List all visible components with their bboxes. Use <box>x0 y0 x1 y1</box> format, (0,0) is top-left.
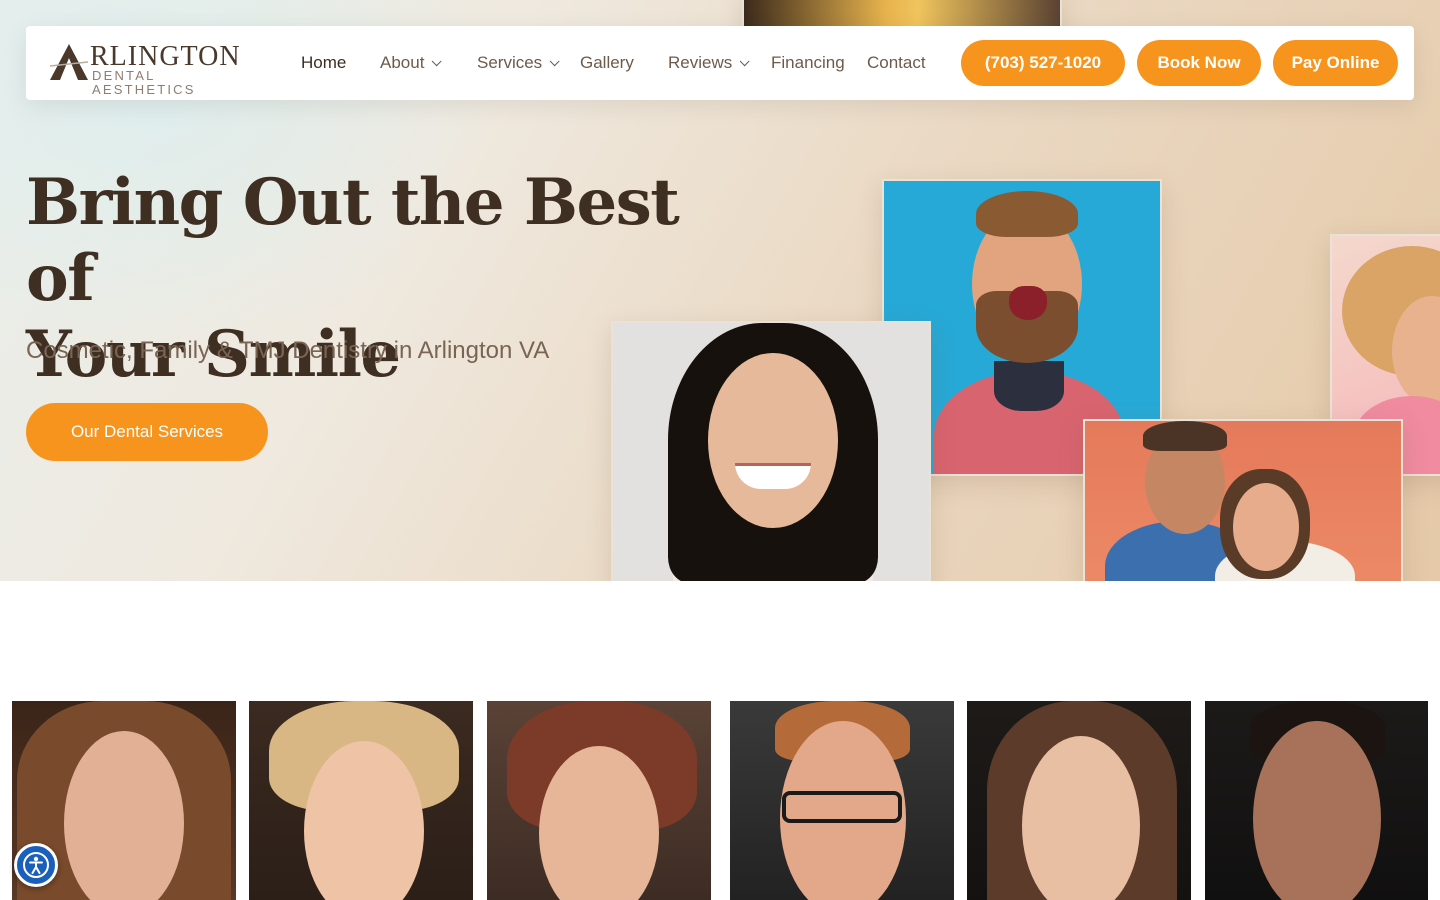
hero-title-line-1: Bring Out the Best of <box>26 165 680 316</box>
pay-online-button-label: Pay Online <box>1291 53 1380 72</box>
hero-subtitle: Cosmetic, Family & TMJ Dentistry in Arli… <box>26 337 550 364</box>
nav-gallery[interactable]: Gallery <box>580 53 668 73</box>
nav-financing[interactable]: Financing <box>771 53 867 73</box>
chevron-down-icon <box>432 55 443 66</box>
hero-section: RLINGTON DENTAL AESTHETICS Home About Se… <box>0 0 1440 581</box>
main-menu: Home About Services Gallery Reviews Fina… <box>301 26 937 100</box>
nav-financing-label: Financing <box>771 53 845 72</box>
accessibility-button[interactable] <box>14 843 58 887</box>
accessibility-icon <box>23 852 49 878</box>
nav-services[interactable]: Services <box>477 53 580 73</box>
nav-contact-label: Contact <box>867 53 926 72</box>
nav-contact[interactable]: Contact <box>867 53 937 73</box>
phone-button[interactable]: (703) 527-1020 <box>961 40 1125 86</box>
top-navigation: RLINGTON DENTAL AESTHETICS Home About Se… <box>26 26 1414 100</box>
portrait-4 <box>730 701 954 900</box>
our-dental-services-label: Our Dental Services <box>70 422 224 441</box>
hero-photo-couple <box>1083 419 1403 581</box>
nav-services-label: Services <box>477 53 543 72</box>
book-now-button[interactable]: Book Now <box>1137 40 1261 86</box>
nav-gallery-label: Gallery <box>580 53 634 72</box>
site-logo[interactable]: RLINGTON DENTAL AESTHETICS <box>50 42 260 97</box>
portrait-2 <box>249 701 473 900</box>
nav-home-label: Home <box>301 53 347 72</box>
our-dental-services-button[interactable]: Our Dental Services <box>26 403 268 461</box>
portrait-6 <box>1205 701 1428 900</box>
logo-name-small: DENTAL AESTHETICS <box>92 68 196 97</box>
book-now-button-label: Book Now <box>1157 53 1241 72</box>
portrait-5 <box>967 701 1191 900</box>
nav-reviews-label: Reviews <box>668 53 733 72</box>
nav-home[interactable]: Home <box>301 53 380 73</box>
logo-mark-icon <box>50 44 88 80</box>
chevron-down-icon <box>739 55 750 66</box>
pay-online-button[interactable]: Pay Online <box>1273 40 1398 86</box>
phone-button-label: (703) 527-1020 <box>984 53 1102 72</box>
chevron-down-icon <box>549 55 560 66</box>
portrait-3 <box>487 701 711 900</box>
nav-reviews[interactable]: Reviews <box>668 53 771 73</box>
nav-about[interactable]: About <box>380 53 477 73</box>
nav-about-label: About <box>380 53 425 72</box>
